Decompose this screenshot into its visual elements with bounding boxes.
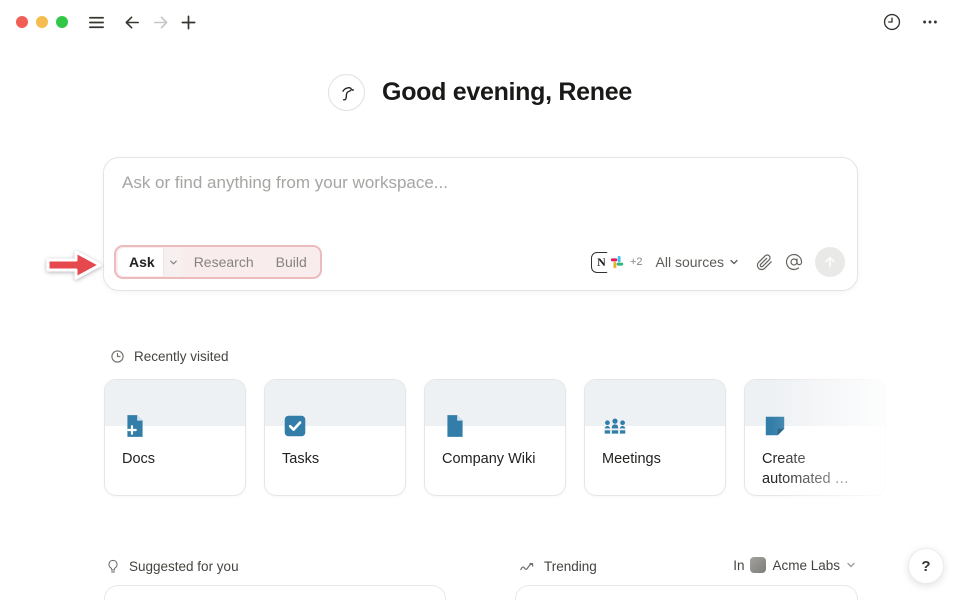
more-options-button[interactable] [916,8,944,36]
recent-card-create-automated[interactable]: Create automated … [744,379,886,496]
plus-icon [180,14,196,30]
new-tab-button[interactable] [174,8,202,36]
app-window: Good evening, Renee Ask Research Build N [0,0,960,600]
window-controls [16,16,68,28]
mode-ask-dropdown[interactable] [162,248,183,276]
close-window-button[interactable] [16,16,28,28]
workspace-avatar [750,557,767,573]
recently-visited-title: Recently visited [134,349,229,364]
sidebar-toggle-button[interactable] [82,8,110,36]
help-button[interactable]: ? [908,548,944,584]
search-toolbar: Ask Research Build N +2 All sources [114,245,845,279]
sources-cluster: N +2 All sources [590,247,845,277]
clock-history-icon [883,13,901,31]
mode-research-button[interactable]: Research [183,254,265,270]
trending-header: Trending [519,559,597,574]
search-input[interactable] [122,173,822,193]
template-icon [765,416,785,436]
attach-file-button[interactable] [749,247,779,277]
forward-button[interactable] [146,8,174,36]
recent-card-meetings[interactable]: Meetings [584,379,726,496]
workspace-scope-dropdown[interactable]: In Acme Labs [733,557,856,573]
arrow-up-icon [825,256,835,268]
scope-prefix: In [733,557,745,573]
suggested-header: Suggested for you [106,559,239,574]
back-arrow-icon [125,15,139,29]
trending-title: Trending [544,559,597,574]
mode-ask-selected: Ask [118,248,183,276]
trending-card[interactable] [515,585,858,600]
page-title: Good evening, Renee [382,78,632,106]
paperclip-icon [756,253,772,270]
mention-button[interactable] [779,247,809,277]
suggested-card[interactable] [104,585,446,600]
chevron-down-icon [847,562,855,568]
annotation-arrow-icon [46,250,102,280]
hamburger-icon [88,16,104,28]
maximize-window-button[interactable] [56,16,68,28]
trending-up-icon [520,562,534,570]
ellipsis-icon [923,20,937,24]
ai-face-icon [328,74,366,111]
suggested-title: Suggested for you [129,559,239,574]
recently-visited-cards: Docs Tasks Company Wiki Meetings Create … [104,379,886,496]
people-meeting-icon [604,418,626,434]
lightbulb-icon [108,559,118,573]
clock-icon [111,350,124,363]
extra-sources-badge: +2 [629,256,643,268]
recent-card-docs[interactable]: Docs [104,379,246,496]
search-card: Ask Research Build N +2 All sourc [103,157,858,291]
recent-card-company-wiki[interactable]: Company Wiki [424,379,566,496]
greeting: Good evening, Renee [0,74,960,111]
forward-arrow-icon [153,15,167,29]
titlebar [0,0,960,44]
task-check-icon [284,415,306,437]
all-sources-dropdown[interactable]: All sources [656,254,739,270]
mode-ask-button[interactable]: Ask [118,254,163,270]
recently-visited-header: Recently visited [110,349,229,364]
document-icon [447,415,463,437]
back-button[interactable] [118,8,146,36]
at-sign-icon [785,253,803,271]
mode-switcher-annotated: Ask Research Build [114,245,322,279]
doc-add-icon [127,415,143,437]
workspace-name: Acme Labs [772,557,840,573]
chevron-down-icon [730,259,738,265]
history-button[interactable] [878,8,906,36]
source-icons: N +2 [590,251,643,273]
slack-source-icon [606,251,628,273]
recent-card-tasks[interactable]: Tasks [264,379,406,496]
send-button[interactable] [815,247,845,277]
minimize-window-button[interactable] [36,16,48,28]
chevron-down-icon [169,260,177,264]
mode-build-button[interactable]: Build [265,254,318,270]
